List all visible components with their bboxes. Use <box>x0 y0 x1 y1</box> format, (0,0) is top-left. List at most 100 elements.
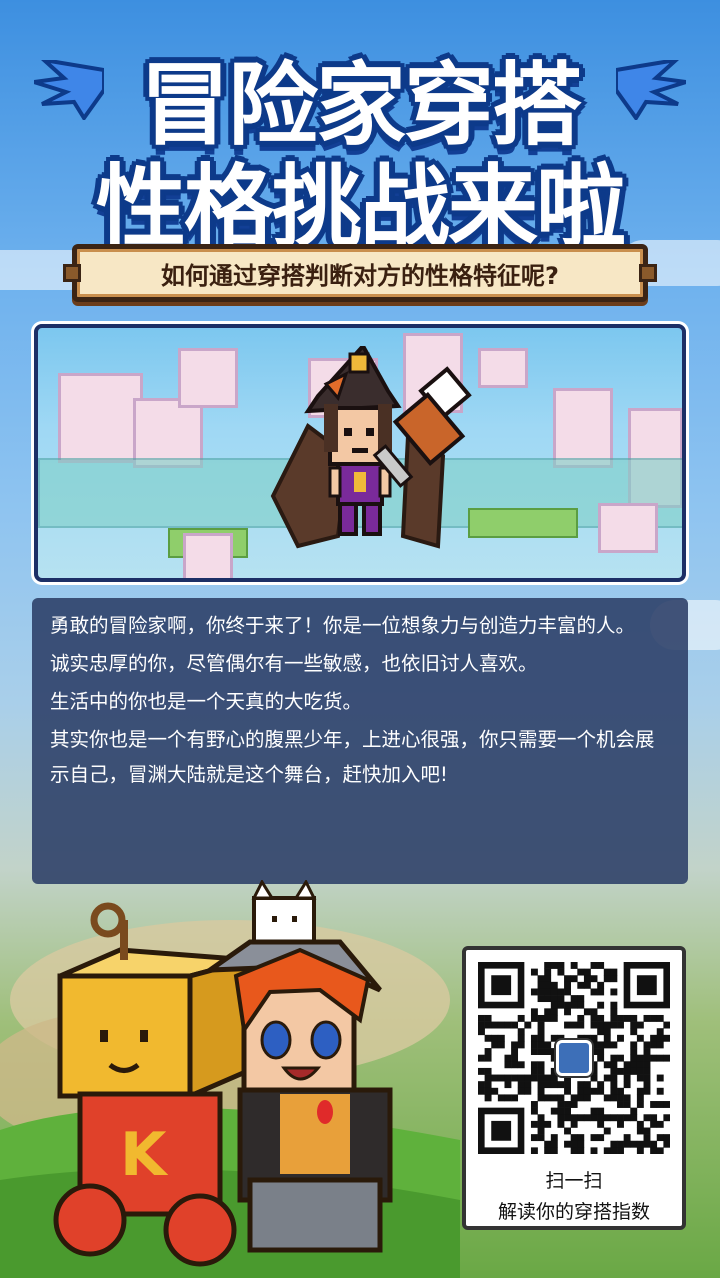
qr-module <box>557 962 565 969</box>
qr-module <box>577 1001 585 1009</box>
qr-module <box>597 1107 605 1115</box>
qr-module <box>530 1067 538 1075</box>
qr-module <box>544 1048 552 1055</box>
qr-module <box>544 1074 552 1082</box>
qr-module <box>597 1014 605 1022</box>
scene-building <box>183 533 233 578</box>
qr-module <box>597 962 605 969</box>
qr-module <box>530 1134 538 1142</box>
qr-module <box>544 968 552 976</box>
qr-module <box>656 1034 664 1042</box>
qr-module <box>577 1140 585 1148</box>
qr-module <box>643 1074 651 1082</box>
qr-module <box>550 995 558 1003</box>
qr-module <box>570 962 578 969</box>
qr-module <box>517 1081 525 1089</box>
qr-module <box>577 995 585 1003</box>
qr-module <box>610 1114 618 1122</box>
qr-module <box>636 1087 644 1095</box>
qr-module <box>537 981 545 989</box>
qr-module <box>478 1087 485 1095</box>
qr-module <box>537 995 545 1003</box>
qr-module <box>550 1081 558 1089</box>
qr-module <box>603 1114 611 1122</box>
qr-module <box>484 1094 492 1102</box>
qr-module <box>544 1008 552 1016</box>
qr-module <box>570 1147 578 1155</box>
qr-module <box>597 1081 605 1089</box>
qr-module <box>617 1120 624 1128</box>
qr-module <box>590 1008 598 1016</box>
qr-module <box>663 1114 671 1122</box>
qr-module <box>610 1054 618 1062</box>
qr-code-icon[interactable] <box>478 962 671 1155</box>
page-title: 冒险家穿搭 性格挑战来啦 <box>0 22 720 260</box>
qr-module <box>643 1067 651 1075</box>
qr-module <box>630 1014 638 1022</box>
qr-module <box>504 1061 512 1069</box>
qr-module <box>597 1114 605 1122</box>
scene-building <box>58 373 143 463</box>
qr-module <box>636 1094 644 1102</box>
scene-building <box>553 388 613 468</box>
qr-module <box>636 1054 644 1062</box>
qr-module <box>577 1021 585 1029</box>
qr-module <box>511 1061 519 1069</box>
qr-module <box>650 1034 658 1042</box>
qr-module <box>557 1114 565 1122</box>
qr-module <box>643 1041 651 1049</box>
qr-module <box>603 1028 611 1036</box>
qr-module <box>557 988 565 996</box>
qr-module <box>623 1067 631 1075</box>
qr-module <box>484 1081 492 1089</box>
qr-module <box>570 975 578 983</box>
qr-module <box>570 1094 578 1102</box>
qr-module <box>643 1054 651 1062</box>
qr-module <box>617 1087 624 1095</box>
qr-module <box>583 968 591 976</box>
qr-module <box>504 1074 512 1082</box>
qr-module <box>544 1041 552 1049</box>
qr-module <box>630 1114 638 1122</box>
qr-module <box>550 1074 558 1082</box>
qr-module <box>590 975 598 983</box>
qr-module <box>550 988 558 996</box>
qr-module <box>478 1014 485 1022</box>
qr-module <box>597 1001 605 1009</box>
qr-module <box>544 1140 552 1148</box>
qr-module <box>544 981 552 989</box>
qr-module <box>537 1061 545 1069</box>
qr-module <box>517 1061 525 1069</box>
qr-module <box>636 1120 644 1128</box>
qr-module <box>603 1041 611 1049</box>
qr-module <box>577 968 585 976</box>
qr-module <box>517 1041 525 1049</box>
qr-module <box>570 1101 578 1108</box>
qr-module <box>564 1127 571 1135</box>
svg-text:K: K <box>120 1120 169 1190</box>
qr-module <box>550 1034 558 1042</box>
qr-module <box>617 1014 624 1022</box>
scene-building <box>598 503 658 553</box>
qr-module <box>530 988 538 996</box>
qr-module <box>570 1001 578 1009</box>
qr-module <box>597 1134 605 1142</box>
qr-module <box>570 1021 578 1029</box>
character-scene <box>34 324 686 582</box>
description-paragraph: 生活中的你也是一个天真的大吃货。 <box>50 690 363 713</box>
qr-module <box>610 1008 618 1016</box>
qr-module <box>537 1028 545 1036</box>
qr-module <box>643 1140 651 1148</box>
qr-module <box>656 1101 664 1108</box>
qr-module <box>557 1001 565 1009</box>
qr-module <box>623 1061 631 1069</box>
qr-module <box>524 1087 532 1095</box>
qr-module <box>623 1074 631 1082</box>
qr-code-card[interactable]: 扫一扫 解读你的穿搭指数 <box>462 946 686 1230</box>
qr-module <box>537 1067 545 1075</box>
qr-module <box>577 1134 585 1142</box>
qr-module <box>643 1061 651 1069</box>
qr-module <box>491 1021 499 1029</box>
qr-module <box>630 1061 638 1069</box>
qr-module <box>656 1147 664 1155</box>
